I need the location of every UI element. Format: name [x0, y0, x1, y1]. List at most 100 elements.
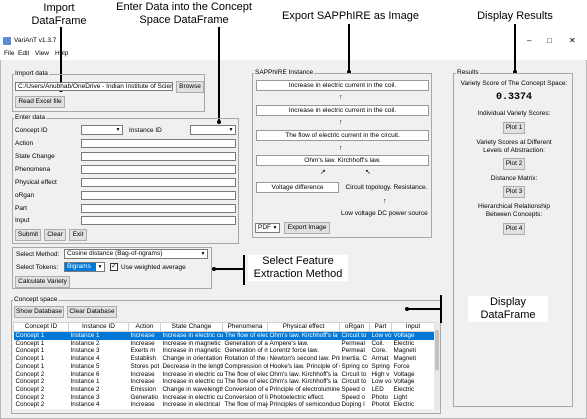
menu-edit[interactable]: Edit — [18, 50, 29, 57]
plot-2-button[interactable]: Plot 2 — [503, 158, 525, 170]
table-cell: Photo — [371, 393, 388, 401]
arrow-up-right-icon: ↗ — [320, 169, 326, 176]
table-row[interactable]: Concept 1 Instance 4 Establish Change in or… — [14, 355, 435, 363]
table-cell: Emission — [130, 385, 157, 393]
table-cell: Concept 1 — [15, 347, 45, 355]
table-cell: Increase — [130, 401, 155, 409]
table-cell: Concept 1 — [15, 339, 45, 347]
part-field[interactable] — [81, 204, 236, 213]
scrollbar-thumb[interactable] — [435, 330, 439, 370]
table-row[interactable]: Concept 2 Instance 1 Increase Increase in e… — [14, 378, 435, 386]
table-cell: Increase — [130, 378, 155, 386]
organ-field[interactable] — [81, 191, 236, 200]
table-row[interactable]: Concept 1 Instance 1 Increase Increase in e… — [13, 331, 435, 340]
image-format-combobox[interactable]: PDF ▼ — [255, 223, 280, 233]
table-cell: Instance 4 — [70, 355, 100, 363]
clear-database-button[interactable]: Clear Database — [67, 306, 117, 318]
maximize-button[interactable]: □ — [547, 36, 552, 46]
state-change-field[interactable] — [81, 152, 236, 161]
weighted-average-checkbox[interactable]: ✓ — [110, 263, 118, 271]
sapphire-organ-node: Circuit topology. Resistance. — [344, 182, 429, 193]
minimize-button[interactable]: – — [527, 36, 531, 46]
read-excel-button[interactable]: Read Excel file — [15, 96, 65, 108]
callout-line-enter — [218, 27, 220, 122]
table-cell: Increase — [128, 331, 161, 340]
table-row[interactable]: Concept 2 Instance 4 Increase Increase in e… — [14, 401, 435, 409]
menu-file[interactable]: File — [4, 50, 14, 57]
plot-1-button[interactable]: Plot 1 — [503, 122, 525, 134]
browse-button[interactable]: Browse — [176, 81, 204, 93]
table-cell: Electric — [393, 401, 415, 409]
image-format-value: PDF — [258, 224, 271, 231]
select-method-combobox[interactable]: Cosine distance (Bag-of-ngrams) ▼ — [64, 249, 208, 259]
column-header[interactable]: Concept ID — [13, 322, 69, 332]
table-row[interactable]: Concept 2 Instance 6 Increase Increase in e… — [14, 371, 435, 379]
column-header[interactable]: Instance ID — [68, 322, 129, 332]
column-header[interactable]: Input — [391, 322, 435, 332]
submit-button[interactable]: Submit — [15, 229, 41, 241]
table-cell: Coil. — [371, 339, 385, 347]
sapphire-state-change-node: Increase in electric current in the coil… — [256, 105, 429, 116]
enter-data-title: Enter data — [14, 114, 46, 122]
table-cell: The flow of elect — [224, 370, 268, 378]
action-field[interactable] — [81, 139, 236, 148]
file-path-field[interactable]: C:/Users/Anubhab/OneDrive - Indian Insti… — [15, 82, 173, 91]
show-database-button[interactable]: Show Database — [14, 306, 64, 318]
table-cell: Generation of a — [224, 339, 268, 347]
instance-id-combobox[interactable]: ▼ — [190, 125, 236, 135]
calculate-variety-button[interactable]: Calculate Variety — [15, 276, 70, 288]
table-row[interactable]: Concept 1 Instance 5 Stores pot Decrease in… — [14, 363, 435, 371]
export-image-button[interactable]: Export Image — [284, 222, 330, 234]
table-cell: Increase in magnetic — [162, 339, 221, 347]
concept-id-combobox[interactable]: ▼ — [81, 125, 123, 135]
import-data-title: Import data — [14, 70, 49, 78]
table-cell: Increase — [130, 370, 155, 378]
plot-4-button[interactable]: Plot 4 — [503, 223, 525, 235]
table-cell: The flow of elect — [222, 331, 268, 340]
callout-dot — [212, 267, 216, 271]
table-cell: Magneti — [393, 355, 416, 363]
select-tokens-combobox[interactable]: Bigrams ▼ — [64, 262, 105, 272]
organ-label: oRgan — [15, 192, 35, 199]
table-cell: Ohm's law. Kirchhoff's la — [269, 370, 338, 378]
chevron-down-icon: ▼ — [228, 127, 234, 133]
close-button[interactable]: ✕ — [569, 36, 576, 46]
table-cell: Instance 5 — [70, 362, 100, 370]
clear-button[interactable]: Clear — [44, 229, 66, 241]
column-header[interactable]: oRgan — [339, 322, 370, 332]
column-header[interactable]: Phenomena — [222, 322, 268, 332]
table-cell: Spring co — [341, 362, 369, 370]
exit-button[interactable]: Exit — [69, 229, 87, 241]
table-cell: High v — [371, 370, 390, 378]
table-row[interactable]: Concept 1 Instance 2 Increase Increase in m… — [14, 340, 435, 348]
arrow-up-icon: ↑ — [339, 145, 343, 152]
table-cell: Lorentz force law. — [269, 347, 319, 355]
table-cell: Permeal — [341, 347, 365, 355]
plot-3-button[interactable]: Plot 3 — [503, 186, 525, 198]
table-row[interactable]: Concept 2 Instance 3 Generatio Increase in … — [14, 394, 435, 402]
column-header[interactable]: Action — [128, 322, 161, 332]
physical-effect-field[interactable] — [81, 178, 236, 187]
table-cell: Ohm's law. Kirchhoff's la — [267, 331, 340, 340]
table-row[interactable]: Concept 2 Instance 2 Emission Change in wav… — [14, 386, 435, 394]
table-scrollbar[interactable] — [434, 322, 440, 410]
column-header[interactable]: Physical effect — [267, 322, 340, 332]
table-row[interactable]: Concept 1 Instance 3 Exerts m Increase in m… — [14, 347, 435, 355]
table-cell: Hooke's law. Principle of er — [269, 362, 340, 370]
table-cell: Compression of — [224, 362, 268, 370]
menu-view[interactable]: View — [35, 50, 49, 57]
table-cell: Rotation of the r — [224, 355, 268, 363]
arrow-up-icon: ↑ — [383, 198, 387, 205]
table-cell: Voltage — [391, 331, 435, 340]
column-header[interactable]: Part — [369, 322, 392, 332]
callout-line-results — [514, 24, 516, 72]
table-cell: Instance 1 — [68, 331, 129, 340]
table-cell: Electric — [393, 339, 415, 347]
sapphire-effect-node: Ohm's law. Kirchhoff's law. — [256, 155, 429, 166]
phenomena-field[interactable] — [81, 165, 236, 174]
input-field[interactable] — [81, 216, 236, 225]
window-title: VariAnT v1.3.7 — [14, 37, 57, 44]
table-cell: Instance 3 — [70, 347, 100, 355]
table-cell: Increase in electric cu — [162, 370, 223, 378]
column-header[interactable]: State Change — [160, 322, 223, 332]
